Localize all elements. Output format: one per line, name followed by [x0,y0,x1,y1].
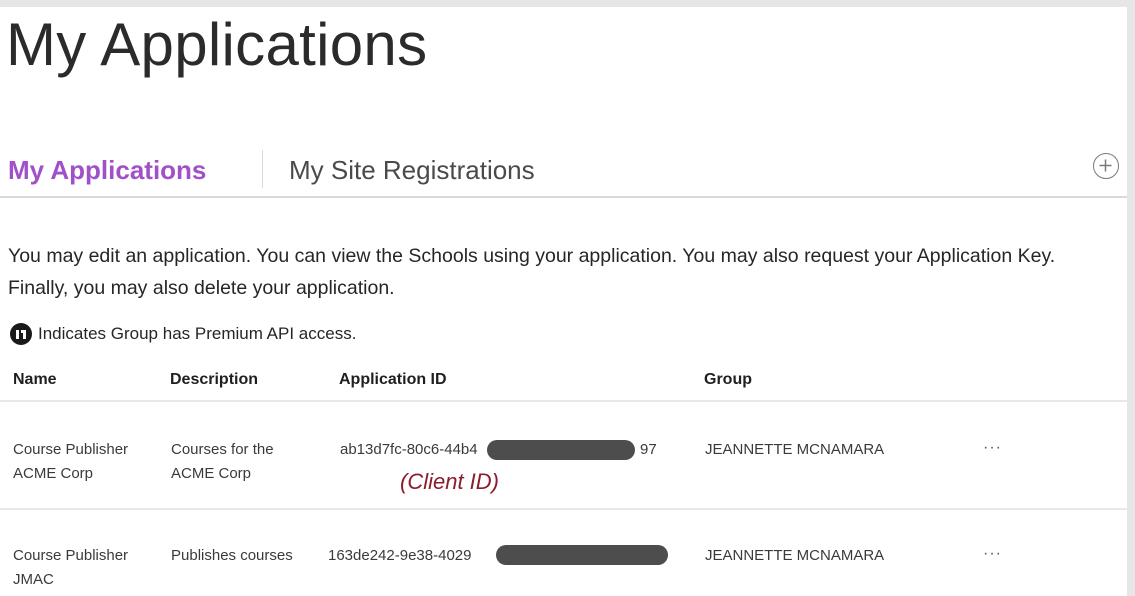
intro-text: You may edit an application. You can vie… [8,245,1056,299]
application-group: JEANNETTE MCNAMARA [705,547,885,564]
more-options-button[interactable]: ··· [983,545,1002,563]
application-description: Publishes courses [171,547,293,564]
tab-my-applications[interactable]: My Applications [8,152,206,188]
client-id-annotation: (Client ID) [400,469,500,494]
application-id-prefix: ab13d7fc-80c6-44b4 [340,441,478,458]
column-header-name[interactable]: Name [13,371,57,389]
tab-divider [262,150,263,188]
application-group: JEANNETTE MCNAMARA [705,441,885,458]
row-divider [0,508,1127,510]
premium-api-note: Indicates Group has Premium API access. [10,321,356,347]
plus-circle-icon [1099,159,1112,172]
add-application-button[interactable] [1093,153,1119,179]
redaction-bar [487,440,635,460]
application-name[interactable]: Course Publisher JMAC [13,544,163,592]
more-options-button[interactable]: ··· [983,439,1002,457]
application-id-prefix: 163de242-9e38-4029 [328,547,472,564]
application-name[interactable]: Course Publisher ACME Corp [13,438,163,486]
application-description: Courses for the ACME Corp [171,441,274,482]
main-panel: My Applications My Applications My Site … [0,7,1127,596]
tab-my-site-registrations[interactable]: My Site Registrations [289,152,535,188]
premium-api-note-text: Indicates Group has Premium API access. [38,324,357,343]
page-title: My Applications [6,11,428,78]
application-id-suffix: 97 [640,441,657,458]
premium-api-icon [10,323,32,345]
column-header-application-id[interactable]: Application ID [339,371,447,389]
tab-bar: My Applications My Site Registrations [0,142,1127,198]
redaction-bar [496,545,668,565]
column-header-group[interactable]: Group [704,371,752,389]
table-header-divider [0,400,1127,402]
column-header-description[interactable]: Description [170,371,258,389]
